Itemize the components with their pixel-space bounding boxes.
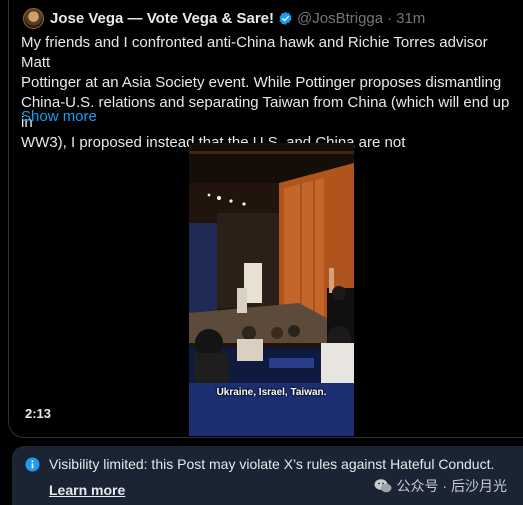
watermark: 公众号 · 后沙月光 bbox=[374, 476, 507, 496]
separator-dot: · bbox=[387, 9, 393, 27]
author-name[interactable]: Jose Vega — Vote Vega & Sare! bbox=[50, 10, 274, 27]
visibility-notice: Visibility limited: this Post may violat… bbox=[12, 446, 523, 505]
post-time[interactable]: 31m bbox=[396, 10, 425, 27]
show-more-link[interactable]: Show more bbox=[21, 108, 97, 125]
notice-text: Visibility limited: this Post may violat… bbox=[49, 456, 495, 472]
post-header: Jose Vega — Vote Vega & Sare! @JosBtrigg… bbox=[23, 7, 425, 29]
author-handle[interactable]: @JosBtrigga bbox=[297, 10, 383, 27]
post-card[interactable]: Jose Vega — Vote Vega & Sare! @JosBtrigg… bbox=[8, 0, 523, 438]
video-player[interactable]: Ukraine, Israel, Taiwan. bbox=[189, 143, 354, 436]
video-duration: 2:13 bbox=[25, 406, 52, 421]
verified-badge-icon bbox=[279, 11, 292, 25]
post-text-line: My friends and I confronted anti-China h… bbox=[21, 34, 488, 71]
post-text: My friends and I confronted anti-China h… bbox=[21, 33, 516, 153]
video-caption: Ukraine, Israel, Taiwan. bbox=[216, 387, 327, 398]
wechat-icon bbox=[374, 479, 392, 493]
avatar[interactable] bbox=[23, 7, 44, 29]
watermark-text: 公众号 · 后沙月光 bbox=[396, 478, 507, 494]
info-icon bbox=[25, 457, 40, 472]
learn-more-link[interactable]: Learn more bbox=[49, 482, 125, 498]
post-text-line: Pottinger at an Asia Society event. Whil… bbox=[21, 74, 502, 91]
